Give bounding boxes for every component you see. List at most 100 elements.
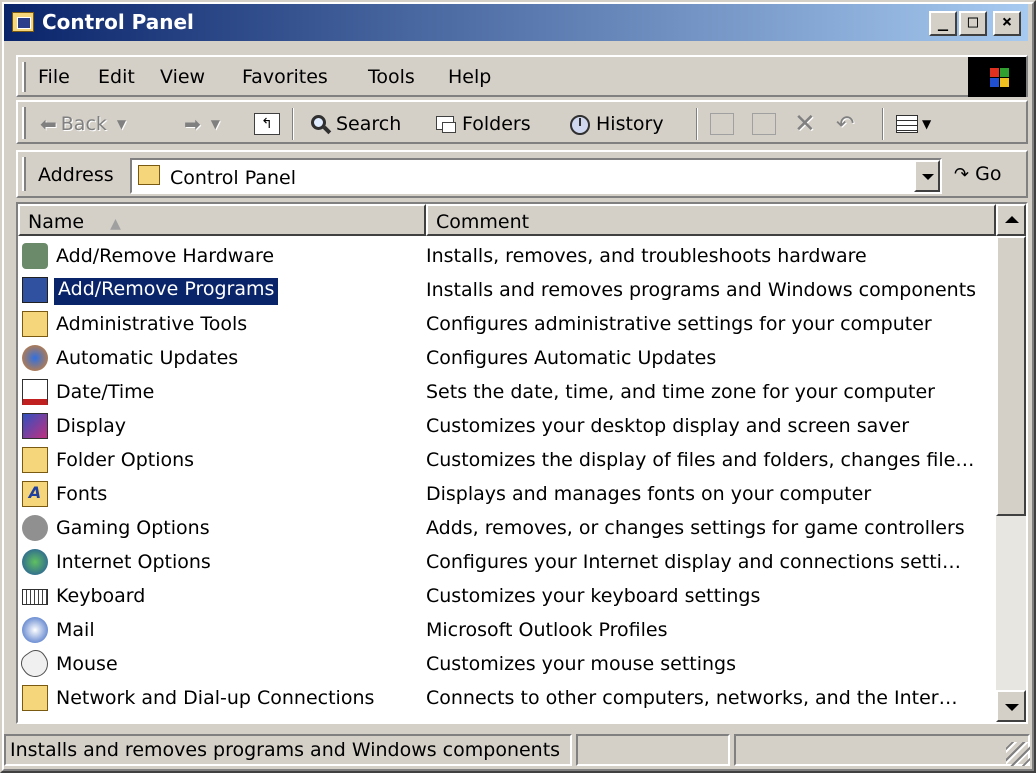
address-bar: Address Control Panel ↷ Go	[16, 150, 1028, 198]
item-name: Gaming Options	[56, 517, 210, 539]
status-panel-3	[734, 734, 1030, 766]
programs-icon	[22, 277, 48, 303]
up-folder-button[interactable]: ↰	[254, 109, 284, 139]
item-comment: Displays and manages fonts on your compu…	[426, 483, 872, 505]
menu-view[interactable]: View	[160, 66, 205, 88]
views-icon	[896, 115, 918, 133]
list-item[interactable]: Display Customizes your desktop display …	[18, 410, 996, 444]
fonts-icon: A	[22, 481, 48, 507]
up-folder-icon: ↰	[254, 113, 280, 135]
maximize-button[interactable]: □	[959, 11, 987, 36]
menu-grip[interactable]	[22, 62, 26, 92]
item-comment: Sets the date, time, and time zone for y…	[426, 381, 935, 403]
item-name: Add/Remove Hardware	[56, 245, 275, 267]
items-list-view[interactable]: Name ▲ Comment Add/Remove Hardware Insta…	[16, 202, 1028, 724]
folders-label: Folders	[462, 113, 531, 135]
item-name: Mail	[56, 619, 95, 641]
item-comment: Configures administrative settings for y…	[426, 313, 932, 335]
scroll-down-button[interactable]	[996, 690, 1026, 722]
control-panel-icon	[138, 165, 160, 185]
list-item[interactable]: Administrative Tools Configures administ…	[18, 308, 996, 342]
back-button[interactable]: ⬅ Back ▼	[40, 109, 126, 139]
scroll-thumb[interactable]	[996, 236, 1026, 516]
history-icon	[568, 113, 592, 135]
scroll-up-button[interactable]	[996, 204, 1026, 236]
column-header-comment[interactable]: Comment	[426, 204, 996, 236]
list-item[interactable]: Network and Dial-up Connections Connects…	[18, 682, 996, 716]
undo-button[interactable]: ↶	[836, 109, 854, 139]
list-item[interactable]: Add/Remove Programs Installs and removes…	[18, 274, 996, 308]
menu-help[interactable]: Help	[448, 66, 491, 88]
admin-tools-icon	[22, 311, 48, 337]
minimize-button[interactable]: _	[929, 11, 957, 36]
mail-icon	[22, 617, 48, 643]
folder-options-icon	[22, 447, 48, 473]
menu-file[interactable]: File	[38, 66, 70, 88]
address-label: Address	[38, 164, 114, 186]
back-arrow-icon: ⬅	[40, 112, 57, 136]
item-comment: Configures Automatic Updates	[426, 347, 717, 369]
forward-button[interactable]: ➡ ▼	[184, 109, 220, 139]
vertical-scrollbar[interactable]	[996, 204, 1026, 722]
history-label: History	[596, 113, 664, 135]
forward-arrow-icon: ➡	[184, 112, 201, 136]
list-item[interactable]: Keyboard Customizes your keyboard settin…	[18, 580, 996, 614]
folders-icon	[434, 113, 458, 135]
item-name: Administrative Tools	[56, 313, 248, 335]
list-item[interactable]: Internet Options Configures your Interne…	[18, 546, 996, 580]
history-button[interactable]: History	[568, 109, 664, 139]
list-item[interactable]: Date/Time Sets the date, time, and time …	[18, 376, 996, 410]
address-dropdown-button[interactable]	[914, 160, 940, 192]
list-item[interactable]: Gaming Options Adds, removes, or changes…	[18, 512, 996, 546]
item-comment: Customizes your keyboard settings	[426, 585, 761, 607]
item-comment: Microsoft Outlook Profiles	[426, 619, 668, 641]
go-arrow-icon: ↷	[954, 164, 970, 185]
window-title: Control Panel	[42, 10, 194, 34]
item-comment: Customizes the display of files and fold…	[426, 449, 975, 471]
address-grip[interactable]	[22, 157, 26, 191]
menu-bar: File Edit View Favorites Tools Help	[16, 55, 1028, 97]
menu-favorites[interactable]: Favorites	[242, 66, 328, 88]
status-panel-2	[576, 734, 730, 766]
menu-edit[interactable]: Edit	[98, 66, 135, 88]
close-button[interactable]: ×	[993, 11, 1021, 36]
list-rows: Add/Remove Hardware Installs, removes, a…	[18, 240, 996, 722]
item-comment: Connects to other computers, networks, a…	[426, 687, 958, 709]
list-item[interactable]: Add/Remove Hardware Installs, removes, a…	[18, 240, 996, 274]
address-input[interactable]: Control Panel	[130, 158, 942, 194]
column-name-label: Name	[28, 211, 85, 233]
item-name: Add/Remove Programs	[54, 278, 279, 305]
toolbar-grip[interactable]	[22, 107, 26, 139]
list-item[interactable]: A Fonts Displays and manages fonts on yo…	[18, 478, 996, 512]
resize-grip-icon[interactable]	[1006, 742, 1030, 766]
move-to-icon	[710, 113, 734, 135]
views-button[interactable]: ▼	[896, 109, 931, 139]
status-bar: Installs and removes programs and Window…	[4, 730, 1032, 768]
list-item[interactable]: Mail Microsoft Outlook Profiles	[18, 614, 996, 648]
search-icon	[308, 113, 332, 135]
title-bar[interactable]: Control Panel _ □ ×	[4, 4, 1028, 41]
item-name: Display	[56, 415, 127, 437]
move-to-button[interactable]	[710, 109, 738, 139]
search-button[interactable]: Search	[308, 109, 401, 139]
item-name: Internet Options	[56, 551, 211, 573]
network-icon	[22, 685, 48, 711]
delete-button[interactable]: ✕	[794, 109, 816, 139]
toolbar-separator	[696, 108, 698, 140]
list-item[interactable]: Automatic Updates Configures Automatic U…	[18, 342, 996, 376]
folders-button[interactable]: Folders	[434, 109, 531, 139]
list-item[interactable]: Folder Options Customizes the display of…	[18, 444, 996, 478]
item-name: Network and Dial-up Connections	[56, 687, 375, 709]
copy-to-button[interactable]	[752, 109, 780, 139]
column-comment-label: Comment	[436, 211, 530, 233]
list-item[interactable]: Mouse Customizes your mouse settings	[18, 645, 996, 683]
go-button[interactable]: ↷ Go	[954, 163, 1002, 185]
hardware-icon	[22, 243, 48, 269]
display-icon	[22, 413, 48, 439]
item-name: Fonts	[56, 483, 108, 505]
menu-tools[interactable]: Tools	[368, 66, 415, 88]
column-header-name[interactable]: Name ▲	[18, 204, 426, 236]
chevron-down-icon: ▼	[210, 117, 220, 131]
internet-icon	[22, 549, 48, 575]
list-header: Name ▲ Comment	[18, 204, 996, 236]
